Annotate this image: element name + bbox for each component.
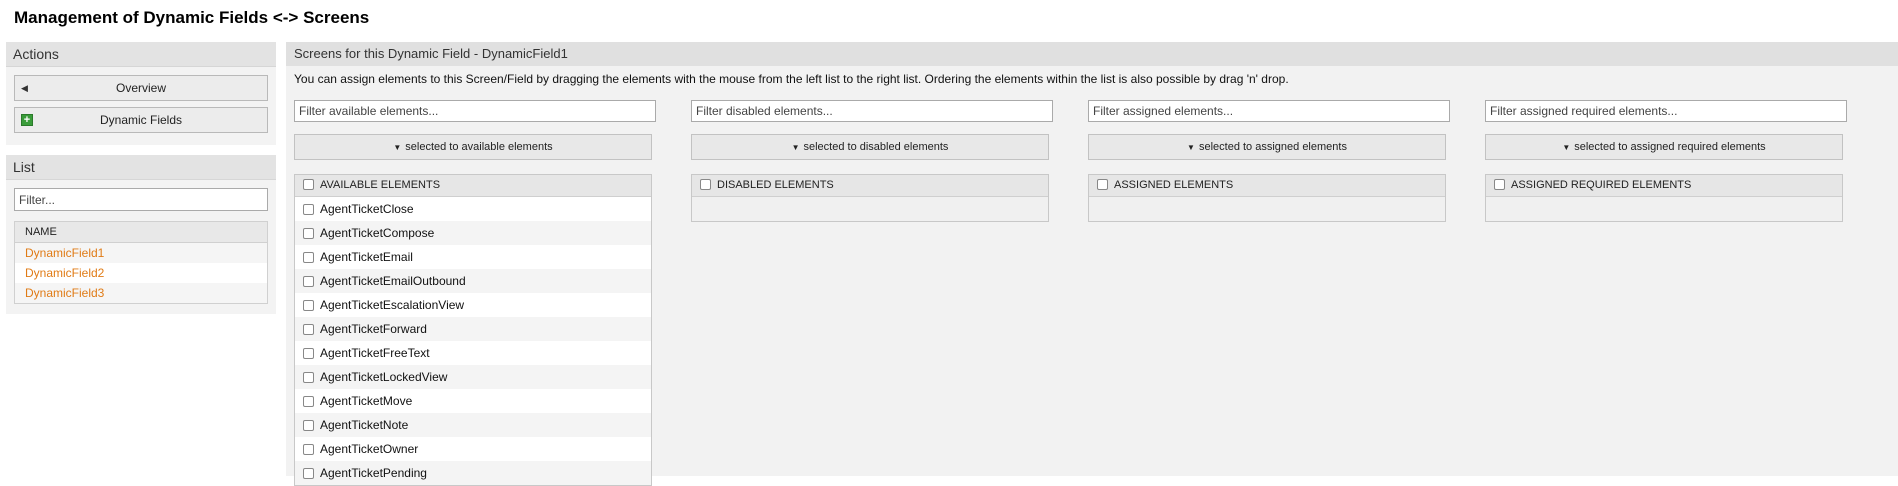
list-item[interactable]: AgentTicketEmail (295, 245, 651, 269)
list-column-name: NAME (15, 222, 267, 243)
list-filter-input[interactable] (14, 188, 268, 211)
filter-available-input[interactable] (294, 100, 656, 122)
available-elements-list: AVAILABLE ELEMENTS AgentTicketClose Agen… (294, 174, 652, 486)
element-label: AgentTicketClose (320, 202, 414, 216)
element-checkbox[interactable] (303, 228, 314, 239)
element-label: AgentTicketEmail (320, 250, 413, 264)
actions-header: Actions (6, 42, 276, 67)
element-label: AgentTicketPending (320, 466, 427, 480)
disabled-elements-list: DISABLED ELEMENTS (691, 174, 1049, 222)
sidebar: Actions ◀ Overview + Dynamic Fields List… (6, 42, 276, 324)
disabled-drop-area[interactable] (692, 197, 1048, 221)
list-item[interactable]: AgentTicketPending (295, 461, 651, 485)
element-checkbox[interactable] (303, 300, 314, 311)
list-item[interactable]: AgentTicketLockedView (295, 365, 651, 389)
list-item: DynamicField1 (15, 243, 267, 263)
element-checkbox[interactable] (303, 204, 314, 215)
assigned-required-elements-list: ASSIGNED REQUIRED ELEMENTS (1485, 174, 1843, 222)
assigned-required-column: ▼selected to assigned required elements … (1485, 100, 1847, 222)
select-all-assigned-checkbox[interactable] (1097, 179, 1108, 190)
element-label: AgentTicketForward (320, 322, 427, 336)
element-label: AgentTicketEmailOutbound (320, 274, 466, 288)
element-checkbox[interactable] (303, 252, 314, 263)
filter-disabled-input[interactable] (691, 100, 1053, 122)
assigned-column: ▼selected to assigned elements ASSIGNED … (1088, 100, 1450, 222)
dynamic-field-link[interactable]: DynamicField1 (25, 246, 104, 260)
to-assigned-required-button[interactable]: ▼ selected to assigned required elements (1485, 134, 1843, 160)
element-checkbox[interactable] (303, 372, 314, 383)
overview-button[interactable]: ◀ Overview (14, 75, 268, 101)
instructions-text: You can assign elements to this Screen/F… (294, 72, 1289, 86)
to-assigned-button[interactable]: ▼ selected to assigned elements (1088, 134, 1446, 160)
list-item[interactable]: AgentTicketCompose (295, 221, 651, 245)
caret-down-icon: ▼ (1562, 143, 1571, 152)
element-checkbox[interactable] (303, 324, 314, 335)
list-item[interactable]: AgentTicketFreeText (295, 341, 651, 365)
assigned-elements-list: ASSIGNED ELEMENTS (1088, 174, 1446, 222)
main-header: Screens for this Dynamic Field - Dynamic… (286, 42, 1898, 66)
list-item[interactable]: AgentTicketEmailOutbound (295, 269, 651, 293)
list-item[interactable]: AgentTicketNote (295, 413, 651, 437)
list-item[interactable]: AgentTicketClose (295, 197, 651, 221)
assigned-required-drop-area[interactable] (1486, 197, 1842, 221)
list-item: DynamicField2 (15, 263, 267, 283)
element-checkbox[interactable] (303, 348, 314, 359)
caret-down-icon: ▼ (1187, 143, 1195, 152)
element-label: AgentTicketLockedView (320, 370, 448, 384)
element-checkbox[interactable] (303, 468, 314, 479)
assigned-required-elements-header: ASSIGNED REQUIRED ELEMENTS (1486, 175, 1842, 197)
assigned-drop-area[interactable] (1089, 197, 1445, 221)
available-elements-header-label: AVAILABLE ELEMENTS (320, 179, 441, 191)
caret-down-icon: ▼ (393, 143, 402, 152)
element-checkbox[interactable] (303, 444, 314, 455)
available-column: ▼selected to available elements AVAILABL… (294, 100, 656, 486)
list-item: DynamicField3 (15, 283, 267, 303)
caret-left-icon: ◀ (21, 83, 28, 93)
filter-assigned-required-input[interactable] (1485, 100, 1847, 122)
dynamic-field-link[interactable]: DynamicField3 (25, 286, 104, 300)
element-label: AgentTicketFreeText (320, 346, 430, 360)
overview-button-label: Overview (115, 81, 166, 95)
element-label: AgentTicketOwner (320, 442, 419, 456)
actions-box: Actions ◀ Overview + Dynamic Fields (6, 42, 276, 145)
element-checkbox[interactable] (303, 420, 314, 431)
list-box: List NAME DynamicField1 DynamicField2 Dy… (6, 155, 276, 314)
list-item[interactable]: AgentTicketEscalationView (295, 293, 651, 317)
select-all-assigned-required-checkbox[interactable] (1494, 179, 1505, 190)
element-label: AgentTicketEscalationView (320, 298, 465, 312)
list-item[interactable]: AgentTicketMove (295, 389, 651, 413)
list-item[interactable]: AgentTicketForward (295, 317, 651, 341)
disabled-elements-header-label: DISABLED ELEMENTS (717, 179, 834, 191)
to-assigned-required-button-label: selected to assigned required elements (1574, 141, 1766, 153)
dynamic-field-link[interactable]: DynamicField2 (25, 266, 104, 280)
to-available-button[interactable]: ▼ selected to available elements (294, 134, 652, 160)
select-all-available-checkbox[interactable] (303, 179, 314, 190)
main-panel: Screens for this Dynamic Field - Dynamic… (286, 42, 1898, 486)
plus-icon: + (21, 114, 33, 126)
disabled-elements-header: DISABLED ELEMENTS (692, 175, 1048, 197)
assigned-elements-header: ASSIGNED ELEMENTS (1089, 175, 1445, 197)
page-title: Management of Dynamic Fields <-> Screens (14, 8, 370, 27)
list-table: NAME DynamicField1 DynamicField2 Dynamic… (14, 221, 268, 304)
to-assigned-button-label: selected to assigned elements (1198, 141, 1347, 153)
element-checkbox[interactable] (303, 276, 314, 287)
to-available-button-label: selected to available elements (405, 141, 553, 153)
dynamic-fields-button[interactable]: + Dynamic Fields (14, 107, 268, 133)
dynamic-fields-button-label: Dynamic Fields (99, 113, 183, 127)
element-label: AgentTicketCompose (320, 226, 435, 240)
to-disabled-button[interactable]: ▼ selected to disabled elements (691, 134, 1049, 160)
available-elements-header: AVAILABLE ELEMENTS (295, 175, 651, 197)
element-label: AgentTicketNote (320, 418, 409, 432)
disabled-column: ▼selected to disabled elements DISABLED … (691, 100, 1053, 222)
caret-down-icon: ▼ (791, 143, 800, 152)
list-item[interactable]: AgentTicketOwner (295, 437, 651, 461)
assigned-elements-header-label: ASSIGNED ELEMENTS (1114, 179, 1234, 191)
select-all-disabled-checkbox[interactable] (700, 179, 711, 190)
filter-assigned-input[interactable] (1088, 100, 1450, 122)
assigned-required-elements-header-label: ASSIGNED REQUIRED ELEMENTS (1511, 179, 1692, 191)
to-disabled-button-label: selected to disabled elements (803, 141, 949, 153)
list-header: List (6, 155, 276, 180)
element-label: AgentTicketMove (320, 394, 413, 408)
element-checkbox[interactable] (303, 396, 314, 407)
